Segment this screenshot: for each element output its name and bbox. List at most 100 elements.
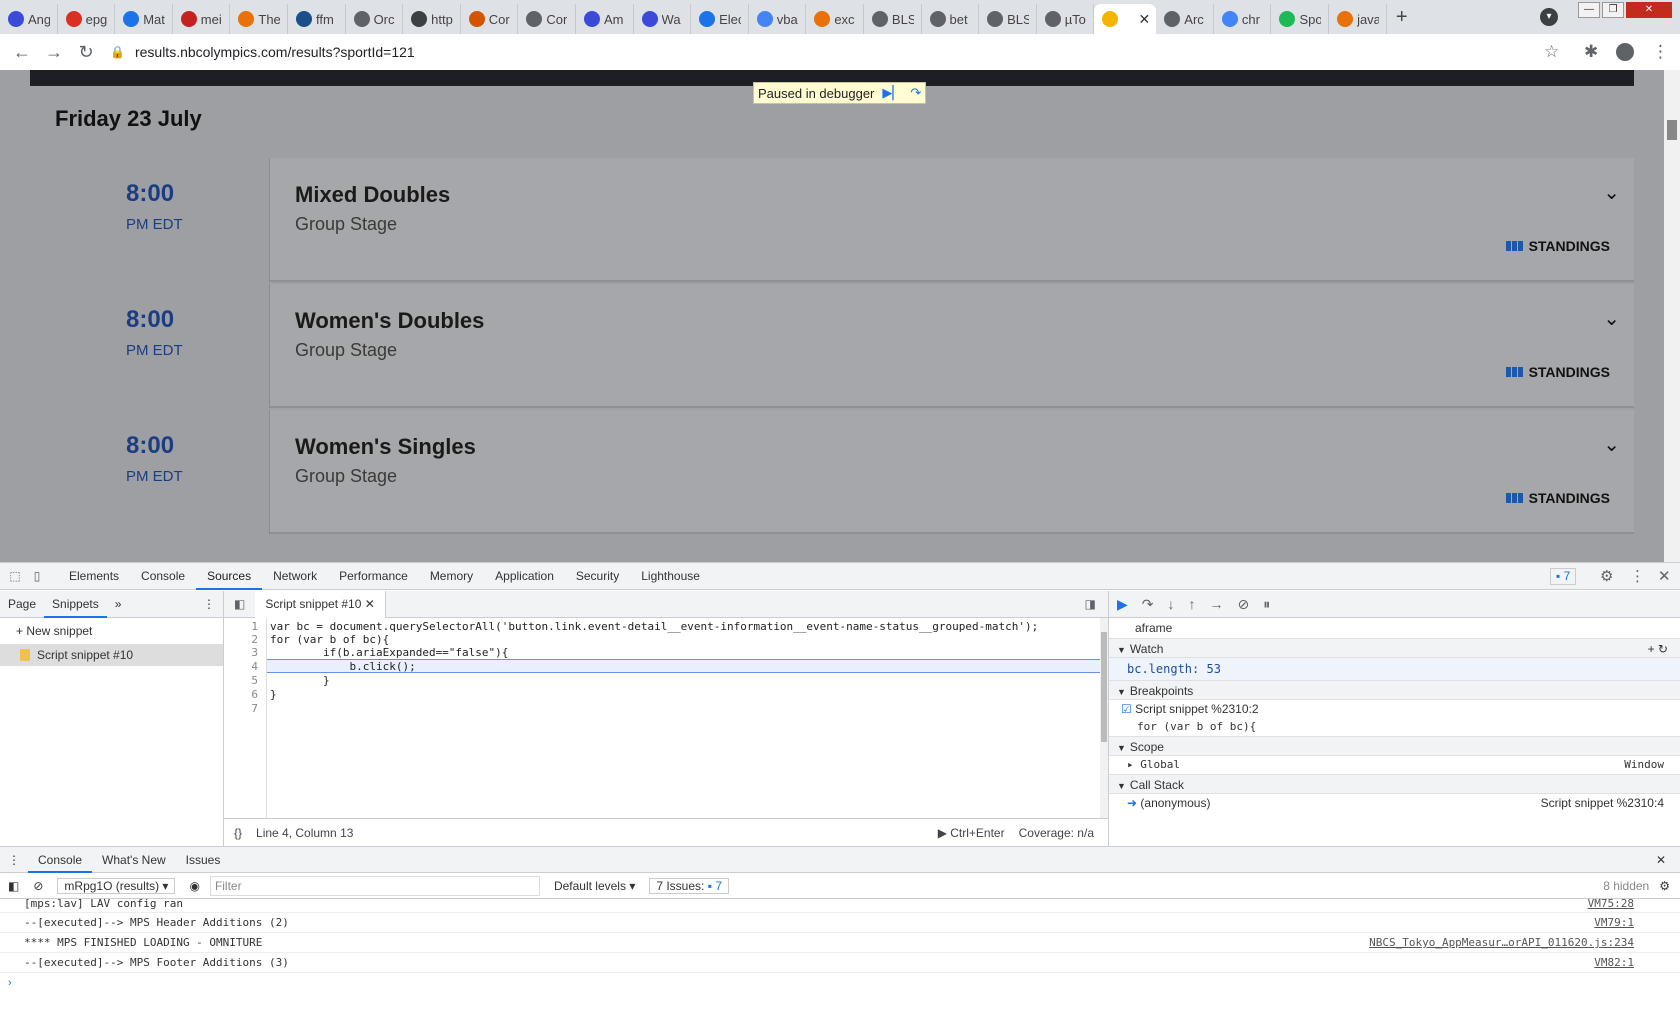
live-expression-eye-icon[interactable]: ◉ (189, 879, 199, 893)
menu-kebab-icon[interactable]: ⋮ (1652, 42, 1669, 62)
browser-tab[interactable]: java (1329, 4, 1387, 34)
new-snippet-button[interactable]: + New snippet (0, 618, 223, 644)
step-icon[interactable]: → (1210, 596, 1224, 612)
issues-counter[interactable]: 7 Issues: ▪ 7 (649, 877, 729, 894)
scope-section-header[interactable]: ▼ Scope (1109, 736, 1680, 756)
browser-tab[interactable]: µTo (1037, 4, 1095, 34)
message-source-link[interactable]: VM82:1 (1594, 953, 1634, 973)
page-scrollbar[interactable] (1664, 70, 1680, 562)
close-tab-icon[interactable]: ✕ (1139, 11, 1151, 28)
browser-tab[interactable]: epg (58, 4, 116, 34)
close-drawer-icon[interactable]: ✕ (1646, 847, 1676, 873)
pretty-print-icon[interactable]: {} (234, 826, 242, 840)
console-prompt[interactable]: › (0, 973, 1680, 993)
bookmark-star-icon[interactable]: ☆ (1544, 42, 1559, 62)
browser-tab[interactable]: The (230, 4, 288, 34)
new-tab-button[interactable]: + (1387, 6, 1417, 29)
file-tab-snippet[interactable]: Script snippet #10 ✕ (255, 590, 386, 618)
line-number[interactable]: 7 (224, 702, 264, 715)
message-source-link[interactable]: VM75:28 (1588, 899, 1634, 909)
browser-tab[interactable]: Orc (346, 4, 404, 34)
tab-console-drawer[interactable]: Console (28, 847, 93, 873)
forward-arrow-icon[interactable]: → (38, 42, 70, 63)
line-number[interactable]: 5 (224, 674, 264, 687)
pause-on-exceptions-icon[interactable]: ⏸ (1263, 596, 1270, 613)
devtools-menu-icon[interactable]: ⋮ (1630, 567, 1645, 585)
event-card[interactable]: Women's Singles Group Stage ⌄ STANDINGS (270, 410, 1634, 534)
browser-tab[interactable]: Cor (461, 4, 519, 34)
chevron-down-icon[interactable]: ⌄ (1603, 432, 1620, 457)
browser-tab[interactable]: vba (749, 4, 807, 34)
code-area[interactable]: 1 var bc = document.querySelectorAll('bu… (224, 618, 1100, 818)
browser-tab[interactable]: Cor (518, 4, 576, 34)
browser-tab[interactable]: http (403, 4, 461, 34)
browser-tab[interactable]: mei (173, 4, 231, 34)
minimize-button[interactable]: — (1578, 2, 1600, 18)
page-scrollbar-thumb[interactable] (1667, 120, 1677, 140)
browser-tab-active[interactable]: ✕ (1094, 4, 1157, 34)
tab-search-icon[interactable]: ▾ (1540, 8, 1558, 26)
resume-icon[interactable]: ▶ (1117, 596, 1128, 613)
tab-page[interactable]: Page (0, 591, 44, 618)
step-over-icon[interactable]: ↷ (910, 85, 921, 101)
toggle-debugger-icon[interactable]: ◨ (1085, 597, 1096, 611)
chevron-down-icon[interactable]: ⌄ (1603, 180, 1620, 205)
line-number[interactable]: 3 (224, 646, 264, 659)
drawer-menu-icon[interactable]: ⋮ (0, 847, 28, 873)
event-card[interactable]: Mixed Doubles Group Stage ⌄ STANDINGS (270, 158, 1634, 282)
browser-tab[interactable]: Arc (1156, 4, 1214, 34)
message-source-link[interactable]: VM79:1 (1594, 913, 1634, 933)
browser-tab[interactable]: BLS (979, 4, 1037, 34)
frame-select[interactable]: aframe (1109, 618, 1680, 638)
browser-tab[interactable]: Spo (1271, 4, 1330, 34)
breakpoint-item[interactable]: ☑ Script snippet %2310:2 (1109, 700, 1680, 718)
extensions-icon[interactable]: ✱ (1584, 42, 1598, 62)
issues-badge[interactable]: ▪ 7 (1550, 568, 1577, 585)
console-settings-icon[interactable]: ⚙ (1659, 879, 1670, 893)
browser-tab[interactable]: Ang (0, 4, 58, 34)
tab-application[interactable]: Application (484, 562, 565, 590)
browser-tab[interactable]: Elec (691, 4, 749, 34)
device-toolbar-icon[interactable]: ▯ (26, 569, 48, 583)
context-selector[interactable]: mRpg1O (results) ▾ (57, 877, 176, 894)
message-source-link[interactable]: NBCS_Tokyo_AppMeasur…orAPI_011620.js:234 (1369, 933, 1634, 953)
log-levels-dropdown[interactable]: Default levels ▾ (554, 879, 635, 893)
breakpoints-section-header[interactable]: ▼ Breakpoints (1109, 680, 1680, 700)
editor-scrollbar[interactable] (1100, 618, 1108, 818)
deactivate-breakpoints-icon[interactable]: ⊘ (1238, 596, 1250, 613)
browser-tab[interactable]: chr (1214, 4, 1272, 34)
standings-link[interactable]: STANDINGS (1505, 364, 1610, 380)
watch-expression[interactable]: bc.length: 53 (1109, 658, 1680, 680)
filter-input[interactable]: Filter (209, 875, 540, 896)
chevron-down-icon[interactable]: ⌄ (1603, 306, 1620, 331)
tab-memory[interactable]: Memory (419, 562, 484, 590)
resume-icon[interactable]: ▶▏ (882, 85, 902, 101)
browser-tab[interactable]: Am (576, 4, 634, 34)
tab-performance[interactable]: Performance (328, 562, 419, 590)
snippet-item[interactable]: Script snippet #10 (0, 644, 223, 666)
close-window-button[interactable]: ✕ (1626, 2, 1672, 18)
step-over-icon[interactable]: ↷ (1142, 596, 1154, 613)
close-icon[interactable]: ✕ (1658, 567, 1671, 585)
line-number[interactable]: 2 (224, 633, 264, 646)
line-number[interactable]: 4 (224, 660, 264, 673)
navigator-menu-icon[interactable]: ⋮ (195, 591, 223, 618)
run-snippet-button[interactable]: ▶ Ctrl+Enter (938, 826, 1005, 840)
tab-elements[interactable]: Elements (58, 562, 130, 590)
browser-tab[interactable]: ffm (288, 4, 346, 34)
address-bar[interactable]: 🔒 results.nbcolympics.com/results?sportI… (110, 37, 1570, 67)
line-number[interactable]: 6 (224, 688, 264, 701)
toggle-navigator-icon[interactable]: ◧ (224, 597, 255, 611)
step-into-icon[interactable]: ↓ (1168, 596, 1175, 612)
sidebar-toggle-icon[interactable]: ◧ (8, 879, 19, 893)
back-arrow-icon[interactable]: ← (6, 42, 38, 63)
watch-section-header[interactable]: ▼ Watch + ↻ (1109, 638, 1680, 658)
tab-network[interactable]: Network (262, 562, 328, 590)
callstack-section-header[interactable]: ▼ Call Stack (1109, 774, 1680, 794)
tab-whats-new[interactable]: What's New (92, 847, 176, 873)
event-card[interactable]: Women's Doubles Group Stage ⌄ STANDINGS (270, 284, 1634, 408)
clear-console-icon[interactable]: ⊘ (33, 879, 43, 893)
step-out-icon[interactable]: ↑ (1189, 596, 1196, 612)
standings-link[interactable]: STANDINGS (1505, 238, 1610, 254)
tab-issues[interactable]: Issues (176, 847, 231, 873)
